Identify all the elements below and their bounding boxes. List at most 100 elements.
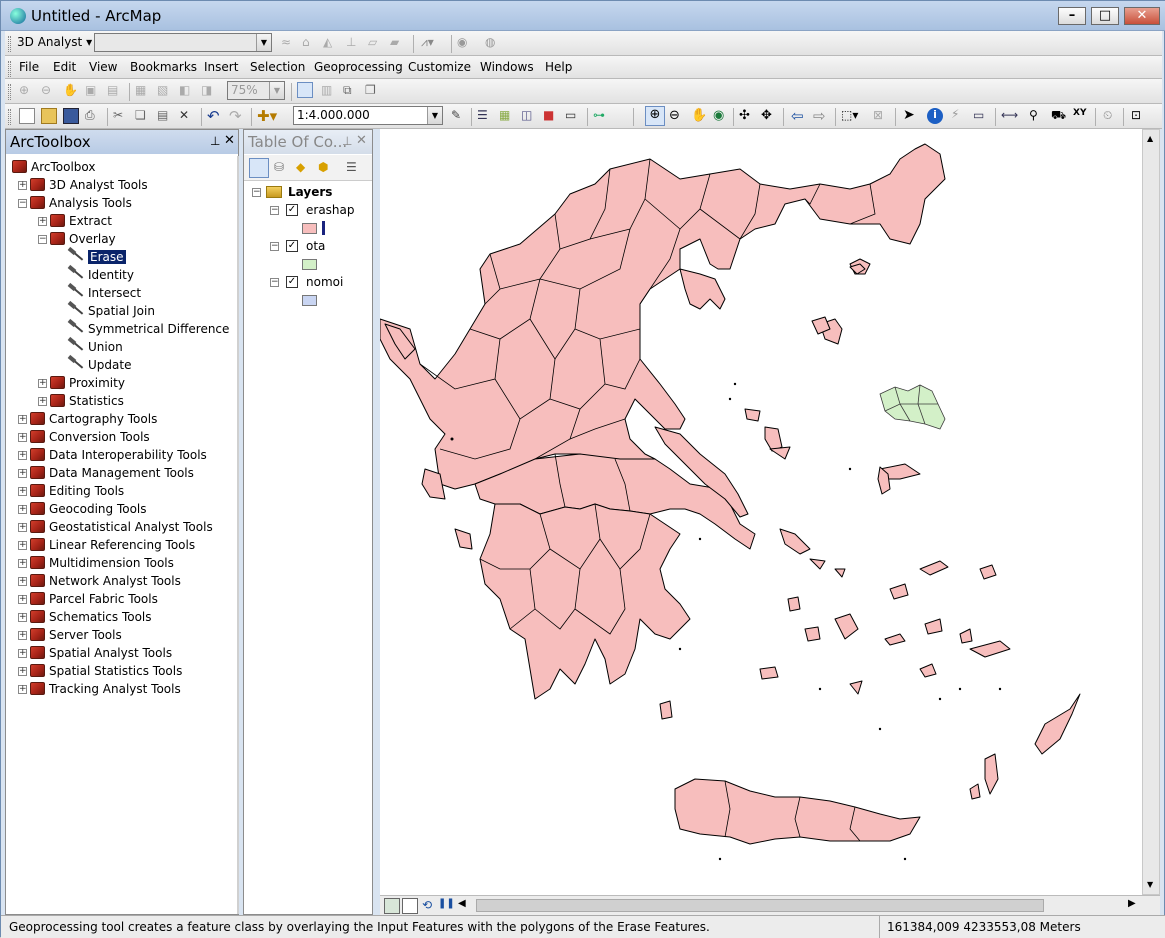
expand-icon[interactable]: + <box>18 505 27 514</box>
data-view-icon[interactable] <box>384 898 400 914</box>
menu-windows[interactable]: Windows <box>480 60 534 74</box>
clear-selection-icon[interactable]: ⊠ <box>873 108 889 124</box>
expand-icon[interactable]: + <box>38 397 47 406</box>
zoom-out-page-icon[interactable]: ⊖ <box>41 83 57 99</box>
editor-toolbar-icon[interactable]: ✎ <box>451 108 467 124</box>
expand-icon[interactable]: + <box>18 541 27 550</box>
zoom-in-icon[interactable]: ⊕ <box>645 106 665 126</box>
full-extent-icon[interactable]: ◉ <box>713 108 729 124</box>
map-display[interactable] <box>380 129 1142 895</box>
back-extent-icon[interactable]: ⇦ <box>791 107 807 125</box>
cut-icon[interactable]: ✂ <box>113 108 129 124</box>
panel-splitter[interactable] <box>237 156 239 914</box>
layer-symbol-swatch[interactable] <box>302 259 317 270</box>
map-scale-combo[interactable]: 1:4.000.000 ▼ <box>293 106 443 125</box>
expand-icon[interactable]: + <box>18 559 27 568</box>
greece-map[interactable] <box>380 129 1142 895</box>
3d-analyst-dropdown[interactable]: 3D Analyst ▾ <box>17 35 92 49</box>
refresh-icon[interactable]: ⟲ <box>422 898 438 914</box>
change-layout-icon[interactable]: ⧉ <box>343 83 359 99</box>
minimize-button[interactable]: – <box>1058 7 1086 25</box>
expand-icon[interactable]: + <box>18 667 27 676</box>
menu-customize[interactable]: Customize <box>408 60 471 74</box>
fixed-zoom-in-icon[interactable]: ▦ <box>135 83 151 99</box>
go-to-xy-icon[interactable]: XY <box>1073 108 1089 124</box>
expand-icon[interactable]: + <box>18 433 27 442</box>
3d-layer-combo[interactable]: ▼ <box>94 33 272 52</box>
open-folder-icon[interactable] <box>41 108 57 124</box>
toolbar-grip[interactable] <box>8 61 11 77</box>
identify-icon[interactable]: i <box>927 108 943 124</box>
table-of-contents-icon[interactable]: ☰ <box>477 108 493 124</box>
list-by-drawing-order-icon[interactable] <box>249 158 269 178</box>
html-popup-icon[interactable]: ▭ <box>973 108 989 124</box>
magnifier-window-icon[interactable]: ⊡ <box>1131 108 1147 124</box>
scroll-left-icon[interactable]: ◀ <box>458 898 474 914</box>
steepest-path-icon[interactable]: ⌂ <box>302 35 318 51</box>
pan-page-icon[interactable]: ✋ <box>63 83 79 99</box>
expand-icon[interactable]: + <box>18 631 27 640</box>
model-builder-icon[interactable]: ⊶ <box>593 108 609 124</box>
python-window-icon[interactable]: ▭ <box>565 108 581 124</box>
menu-bookmarks[interactable]: Bookmarks <box>130 60 197 74</box>
focus-data-frame-icon[interactable]: ▥ <box>321 83 337 99</box>
copy-icon[interactable]: ❏ <box>135 108 151 124</box>
redo-icon[interactable]: ↷ <box>229 107 245 125</box>
find-route-icon[interactable]: ⛟ <box>1051 108 1067 124</box>
save-icon[interactable] <box>63 108 79 124</box>
paste-icon[interactable]: ▤ <box>157 108 173 124</box>
options-icon[interactable]: ☰ <box>346 160 362 176</box>
line-of-sight-icon[interactable]: ◭ <box>323 35 339 51</box>
new-document-icon[interactable] <box>19 108 35 124</box>
select-features-icon[interactable]: ⬚▾ <box>841 108 867 124</box>
collapse-icon[interactable]: − <box>18 199 27 208</box>
expand-icon[interactable]: + <box>18 181 27 190</box>
expand-icon[interactable]: + <box>18 685 27 694</box>
layer-visibility-checkbox[interactable]: ✓ <box>286 276 298 288</box>
expand-icon[interactable]: + <box>18 487 27 496</box>
toggle-draft-mode-icon[interactable] <box>297 82 313 98</box>
layer-visibility-checkbox[interactable]: ✓ <box>286 240 298 252</box>
select-elements-icon[interactable]: ➤ <box>903 107 919 123</box>
expand-icon[interactable]: + <box>18 469 27 478</box>
close-icon[interactable]: ✕ <box>356 133 367 148</box>
expand-icon[interactable]: + <box>18 613 27 622</box>
catalog-icon[interactable]: ▦ <box>499 108 515 124</box>
zoom-whole-page-icon[interactable]: ▣ <box>85 83 101 99</box>
zoom-in-page-icon[interactable]: ⊕ <box>19 83 35 99</box>
scroll-up-icon[interactable]: ▲ <box>1147 134 1153 143</box>
arcglobe-icon[interactable]: ◍ <box>485 35 501 51</box>
list-by-selection-icon[interactable]: ⬢ <box>318 160 334 176</box>
expand-icon[interactable]: + <box>38 217 47 226</box>
toolbar-grip[interactable] <box>8 84 11 100</box>
close-icon[interactable]: ✕ <box>224 133 235 148</box>
scroll-right-icon[interactable]: ▶ <box>1128 898 1144 914</box>
zoom-out-icon[interactable]: ⊖ <box>669 108 685 124</box>
measure-icon[interactable]: ⟷ <box>1001 108 1018 124</box>
expand-icon[interactable]: + <box>18 649 27 658</box>
arctoolbox-icon[interactable]: ■ <box>543 108 559 124</box>
layout-view-icon[interactable] <box>402 898 418 914</box>
point-icon[interactable]: ⊥ <box>346 35 362 51</box>
collapse-icon[interactable]: − <box>252 188 261 197</box>
menu-insert[interactable]: Insert <box>204 60 238 74</box>
collapse-icon[interactable]: − <box>270 278 279 287</box>
toolbar-grip[interactable] <box>8 36 11 52</box>
search-window-icon[interactable]: ◫ <box>521 108 537 124</box>
expand-icon[interactable]: + <box>38 379 47 388</box>
menu-geoprocessing[interactable]: Geoprocessing <box>314 60 403 74</box>
time-slider-icon[interactable]: ⏲ <box>1103 108 1119 124</box>
collapse-icon[interactable]: − <box>38 235 47 244</box>
data-driven-pages-icon[interactable]: ❐ <box>365 83 381 99</box>
pause-drawing-icon[interactable]: ❚❚ <box>438 898 455 914</box>
maximize-button[interactable]: □ <box>1091 7 1119 25</box>
next-extent-icon[interactable]: ◨ <box>201 83 217 99</box>
expand-icon[interactable]: + <box>18 577 27 586</box>
print-icon[interactable]: ⎙ <box>85 108 101 124</box>
collapse-icon[interactable]: − <box>270 206 279 215</box>
fixed-zoom-in-map-icon[interactable]: ✣ <box>739 108 755 124</box>
menu-file[interactable]: File <box>19 60 39 74</box>
profile-graph-icon[interactable]: ⩘▾ <box>421 35 445 51</box>
horizontal-scroll-thumb[interactable] <box>476 899 1044 912</box>
menu-selection[interactable]: Selection <box>250 60 305 74</box>
